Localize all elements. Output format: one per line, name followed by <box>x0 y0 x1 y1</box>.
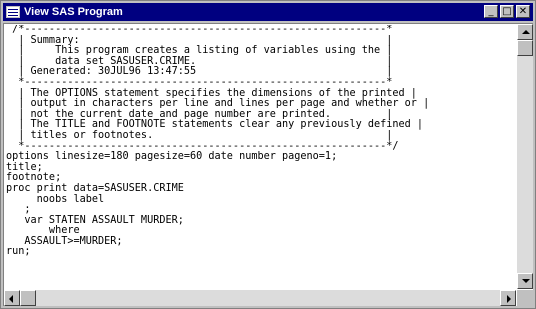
sas-program-window: View SAS Program _ □ ✕ /*---------------… <box>0 0 536 309</box>
code-line: noobs label <box>6 193 105 205</box>
code-line: run; <box>6 246 31 258</box>
resize-grip[interactable] <box>517 290 533 306</box>
left-arrow-icon <box>9 295 13 303</box>
close-button[interactable]: ✕ <box>516 5 530 18</box>
code-line: /*--------------------------------------… <box>6 25 393 35</box>
code-text-area[interactable]: /*--------------------------------------… <box>6 25 512 283</box>
scroll-left-button[interactable] <box>4 290 20 306</box>
scroll-down-button[interactable] <box>517 273 533 289</box>
program-window-icon[interactable] <box>6 6 20 18</box>
code-line: proc print data=SASUSER.CRIME <box>6 182 184 194</box>
down-arrow-icon <box>522 279 530 283</box>
scroll-up-button[interactable] <box>517 24 533 40</box>
up-arrow-icon <box>522 30 530 34</box>
code-line: var STATEN ASSAULT MURDER; <box>6 214 184 226</box>
code-line: ASSAULT>=MURDER; <box>6 235 123 247</box>
window-title: View SAS Program <box>24 6 123 18</box>
minimize-button[interactable]: _ <box>484 5 498 18</box>
code-line: title; <box>6 161 43 173</box>
horizontal-scroll-thumb[interactable] <box>20 290 36 306</box>
code-line: | titles or footnotes. | <box>6 129 393 141</box>
vertical-scrollbar[interactable] <box>517 24 533 289</box>
code-line: options linesize=180 pagesize=60 date nu… <box>6 151 338 163</box>
code-line: *---------------------------------------… <box>6 76 393 88</box>
horizontal-scrollbar[interactable] <box>4 290 516 306</box>
scroll-right-button[interactable] <box>500 290 516 306</box>
vertical-scroll-thumb[interactable] <box>517 40 533 56</box>
program-editor[interactable]: /*--------------------------------------… <box>3 23 533 306</box>
maximize-button[interactable]: □ <box>500 5 514 18</box>
title-bar[interactable]: View SAS Program _ □ ✕ <box>3 3 533 21</box>
right-arrow-icon <box>507 295 511 303</box>
window-controls: _ □ ✕ <box>484 5 530 18</box>
